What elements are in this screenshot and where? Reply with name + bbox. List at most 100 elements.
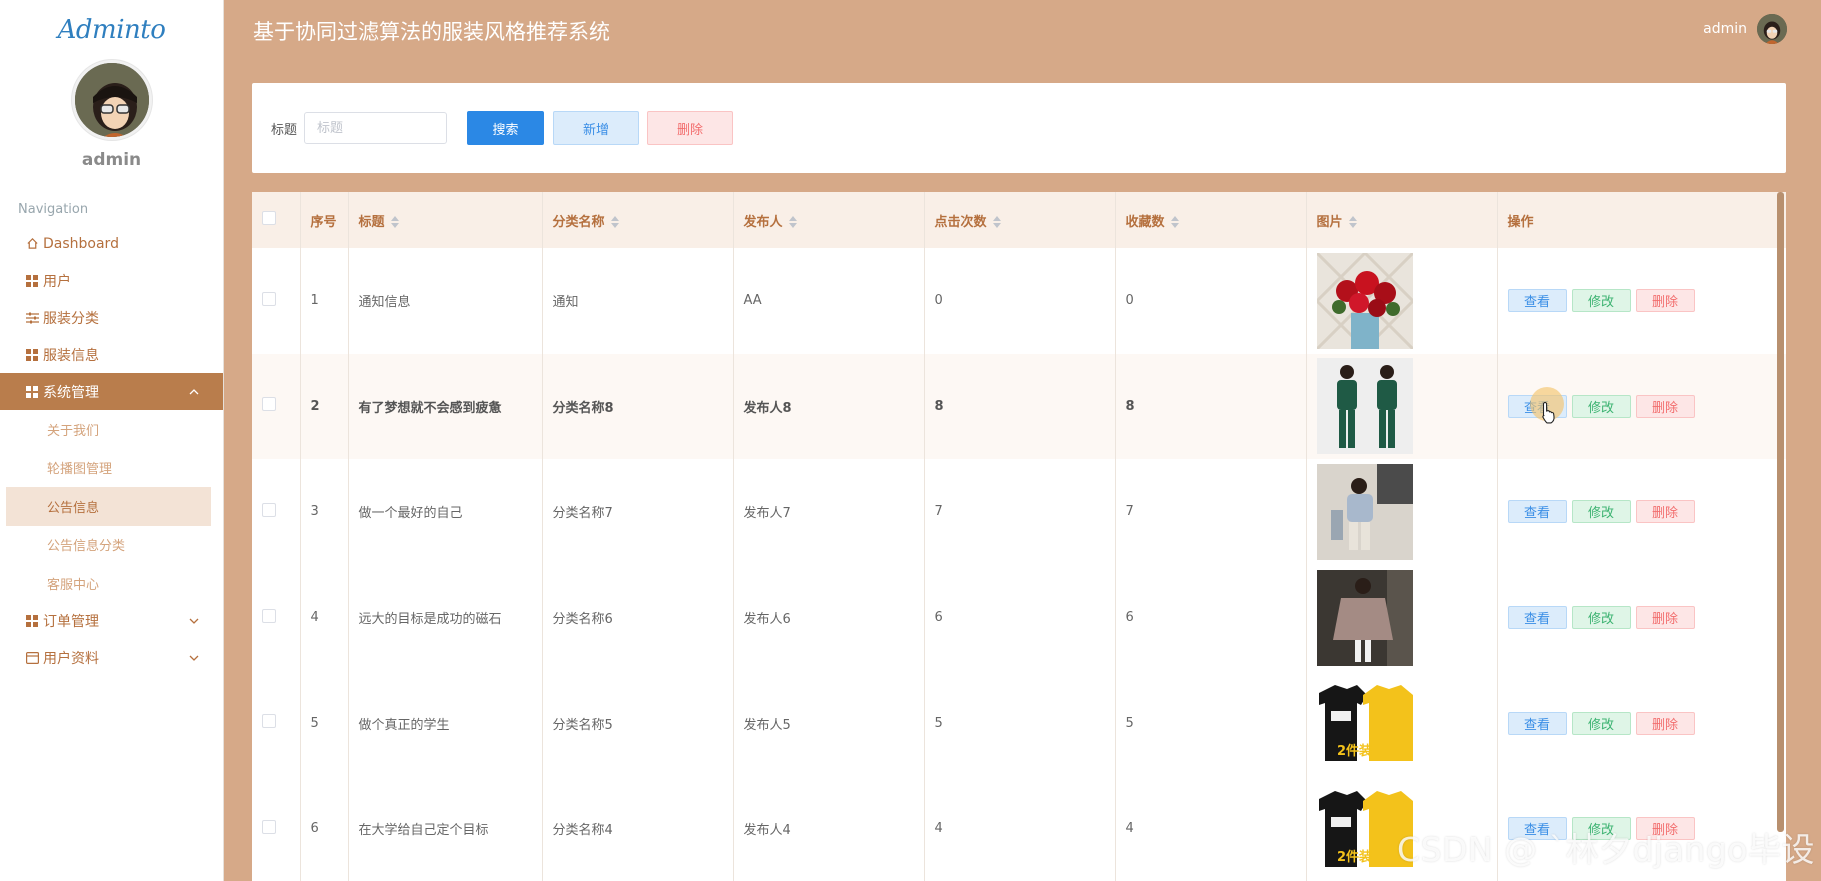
row-category: 分类名称8 [542,353,734,460]
row-select-cell[interactable] [252,670,301,776]
sidebar-item-label: 服装分类 [43,310,99,327]
add-button[interactable]: 新增 [553,111,640,145]
search-button[interactable]: 搜索 [467,111,545,145]
column-header-image[interactable]: 图片 [1306,192,1498,248]
nav-section-label: Navigation [18,202,89,217]
row-favorites: 0 [1115,248,1307,354]
home-icon [25,237,39,251]
row-checkbox[interactable] [262,291,276,306]
chevron-down-icon [187,614,201,628]
edit-button[interactable]: 修改 [1571,500,1631,524]
sidebar-item-user-profile[interactable]: 用户资料 [0,640,223,677]
delete-button[interactable]: 删除 [1635,394,1695,418]
table-row[interactable]: 2 有了梦想就不会感到疲惫 分类名称8 发布人8 8 8 查看 修改 删除 [252,353,1786,460]
row-image-cell [1306,564,1498,671]
select-all-header[interactable] [252,192,301,248]
avatar[interactable] [1757,14,1787,44]
app-logo[interactable]: Adminto [0,0,223,60]
sort-icon[interactable] [1348,216,1357,228]
table-body: 1 通知信息 通知 AA 0 0 查看 修改 删除 2 有了梦想就不会感到疲惫 分类名称8 发布人8 8 8… [252,248,1786,881]
view-button[interactable]: 查看 [1507,711,1567,735]
chevron-down-icon [187,651,201,665]
row-select-cell[interactable] [252,248,301,354]
row-image[interactable] [1316,358,1497,455]
row-publisher: 发布人8 [733,353,925,460]
sidebar-subitem-customer-service[interactable]: 客服中心 [0,564,223,603]
profile-username: admin [81,150,142,170]
sidebar-subitem-announcement-category[interactable]: 公告信息分类 [0,526,223,565]
sort-icon[interactable] [992,216,1001,228]
bulk-delete-button[interactable]: 删除 [647,111,734,145]
row-select-cell[interactable] [252,353,301,460]
delete-button[interactable]: 删除 [1635,500,1695,524]
header-user-menu[interactable]: admin [1703,14,1787,44]
avatar[interactable] [71,60,152,140]
sidebar-item-orders[interactable]: 订单管理 [0,603,223,640]
edit-button[interactable]: 修改 [1571,394,1631,418]
table-header-row: 序号 标题 分类名称 发布人 点击次数 收藏数 图片 操作 [252,192,1786,248]
row-favorites: 6 [1115,564,1307,671]
column-header-favorites[interactable]: 收藏数 [1115,192,1307,248]
row-checkbox[interactable] [262,714,276,729]
column-header-category[interactable]: 分类名称 [542,192,734,248]
row-image[interactable]: 2件装 [1316,675,1497,772]
table-row[interactable]: 5 做个真正的学生 分类名称5 发布人5 5 5 2件装 查看 修改 删除 [252,670,1786,776]
column-header-publisher[interactable]: 发布人 [733,192,925,248]
row-title: 远大的目标是成功的磁石 [348,564,543,671]
sidebar-item-clothing-info[interactable]: 服装信息 [0,336,223,373]
table-row[interactable]: 3 做一个最好的自己 分类名称7 发布人7 7 7 查看 修改 删除 [252,459,1786,565]
search-panel: 标题 搜索 新增 删除 [252,83,1786,173]
sort-icon[interactable] [788,216,797,228]
sort-icon[interactable] [390,216,399,228]
row-category: 分类名称7 [542,459,734,565]
sort-icon[interactable] [610,216,619,228]
row-no: 1 [300,248,349,354]
sidebar-subitem-announcements[interactable]: 公告信息 [6,487,211,526]
row-checkbox[interactable] [262,397,276,412]
sort-icon[interactable] [1170,216,1179,228]
row-actions: 查看 修改 删除 [1497,565,1786,671]
row-checkbox[interactable] [262,819,276,834]
row-no: 5 [300,670,349,776]
row-checkbox[interactable] [262,608,276,623]
vertical-scrollbar[interactable] [1777,192,1784,832]
row-image[interactable] [1316,252,1497,349]
sidebar-item-dashboard[interactable]: Dashboard [0,225,223,262]
announcement-table-panel: 序号 标题 分类名称 发布人 点击次数 收藏数 图片 操作 1 通知信息 通知 AA 0… [252,192,1786,881]
row-select-cell[interactable] [252,459,301,565]
delete-button[interactable]: 删除 [1635,606,1695,630]
sidebar-item-system-management[interactable]: 系统管理 [0,373,223,410]
view-button[interactable]: 查看 [1507,289,1567,313]
sidebar-subitem-about-us[interactable]: 关于我们 [0,410,223,449]
row-clicks: 8 [924,353,1116,460]
row-favorites: 5 [1115,670,1307,776]
grid-icon [25,614,39,628]
avatar-illustration-icon [1757,14,1787,44]
column-header-title[interactable]: 标题 [348,192,543,248]
row-image[interactable] [1316,569,1497,666]
column-header-clicks[interactable]: 点击次数 [924,192,1116,248]
row-select-cell[interactable] [252,564,301,671]
edit-button[interactable]: 修改 [1571,606,1631,630]
sidebar-subitem-carousel[interactable]: 轮播图管理 [0,449,223,488]
sidebar-item-users[interactable]: 用户 [0,262,223,299]
grid-icon [25,274,39,288]
view-button[interactable]: 查看 [1507,500,1567,524]
delete-button[interactable]: 删除 [1635,289,1695,313]
select-all-checkbox[interactable] [262,211,276,225]
table-row[interactable]: 1 通知信息 通知 AA 0 0 查看 修改 删除 [252,248,1786,354]
row-image-cell [1306,459,1498,565]
edit-button[interactable]: 修改 [1571,289,1631,313]
row-actions: 查看 修改 删除 [1497,670,1786,776]
table-row[interactable]: 4 远大的目标是成功的磁石 分类名称6 发布人6 6 6 查看 修改 删除 [252,564,1786,671]
view-button[interactable]: 查看 [1507,394,1567,418]
row-actions: 查看 修改 删除 [1497,353,1786,460]
view-button[interactable]: 查看 [1507,606,1567,630]
edit-button[interactable]: 修改 [1571,711,1631,735]
title-search-input[interactable] [304,112,448,144]
sidebar-item-clothing-category[interactable]: 服装分类 [0,299,223,336]
delete-button[interactable]: 删除 [1635,711,1695,735]
row-select-cell[interactable] [252,775,301,881]
row-checkbox[interactable] [262,502,276,517]
row-image[interactable] [1316,463,1497,560]
